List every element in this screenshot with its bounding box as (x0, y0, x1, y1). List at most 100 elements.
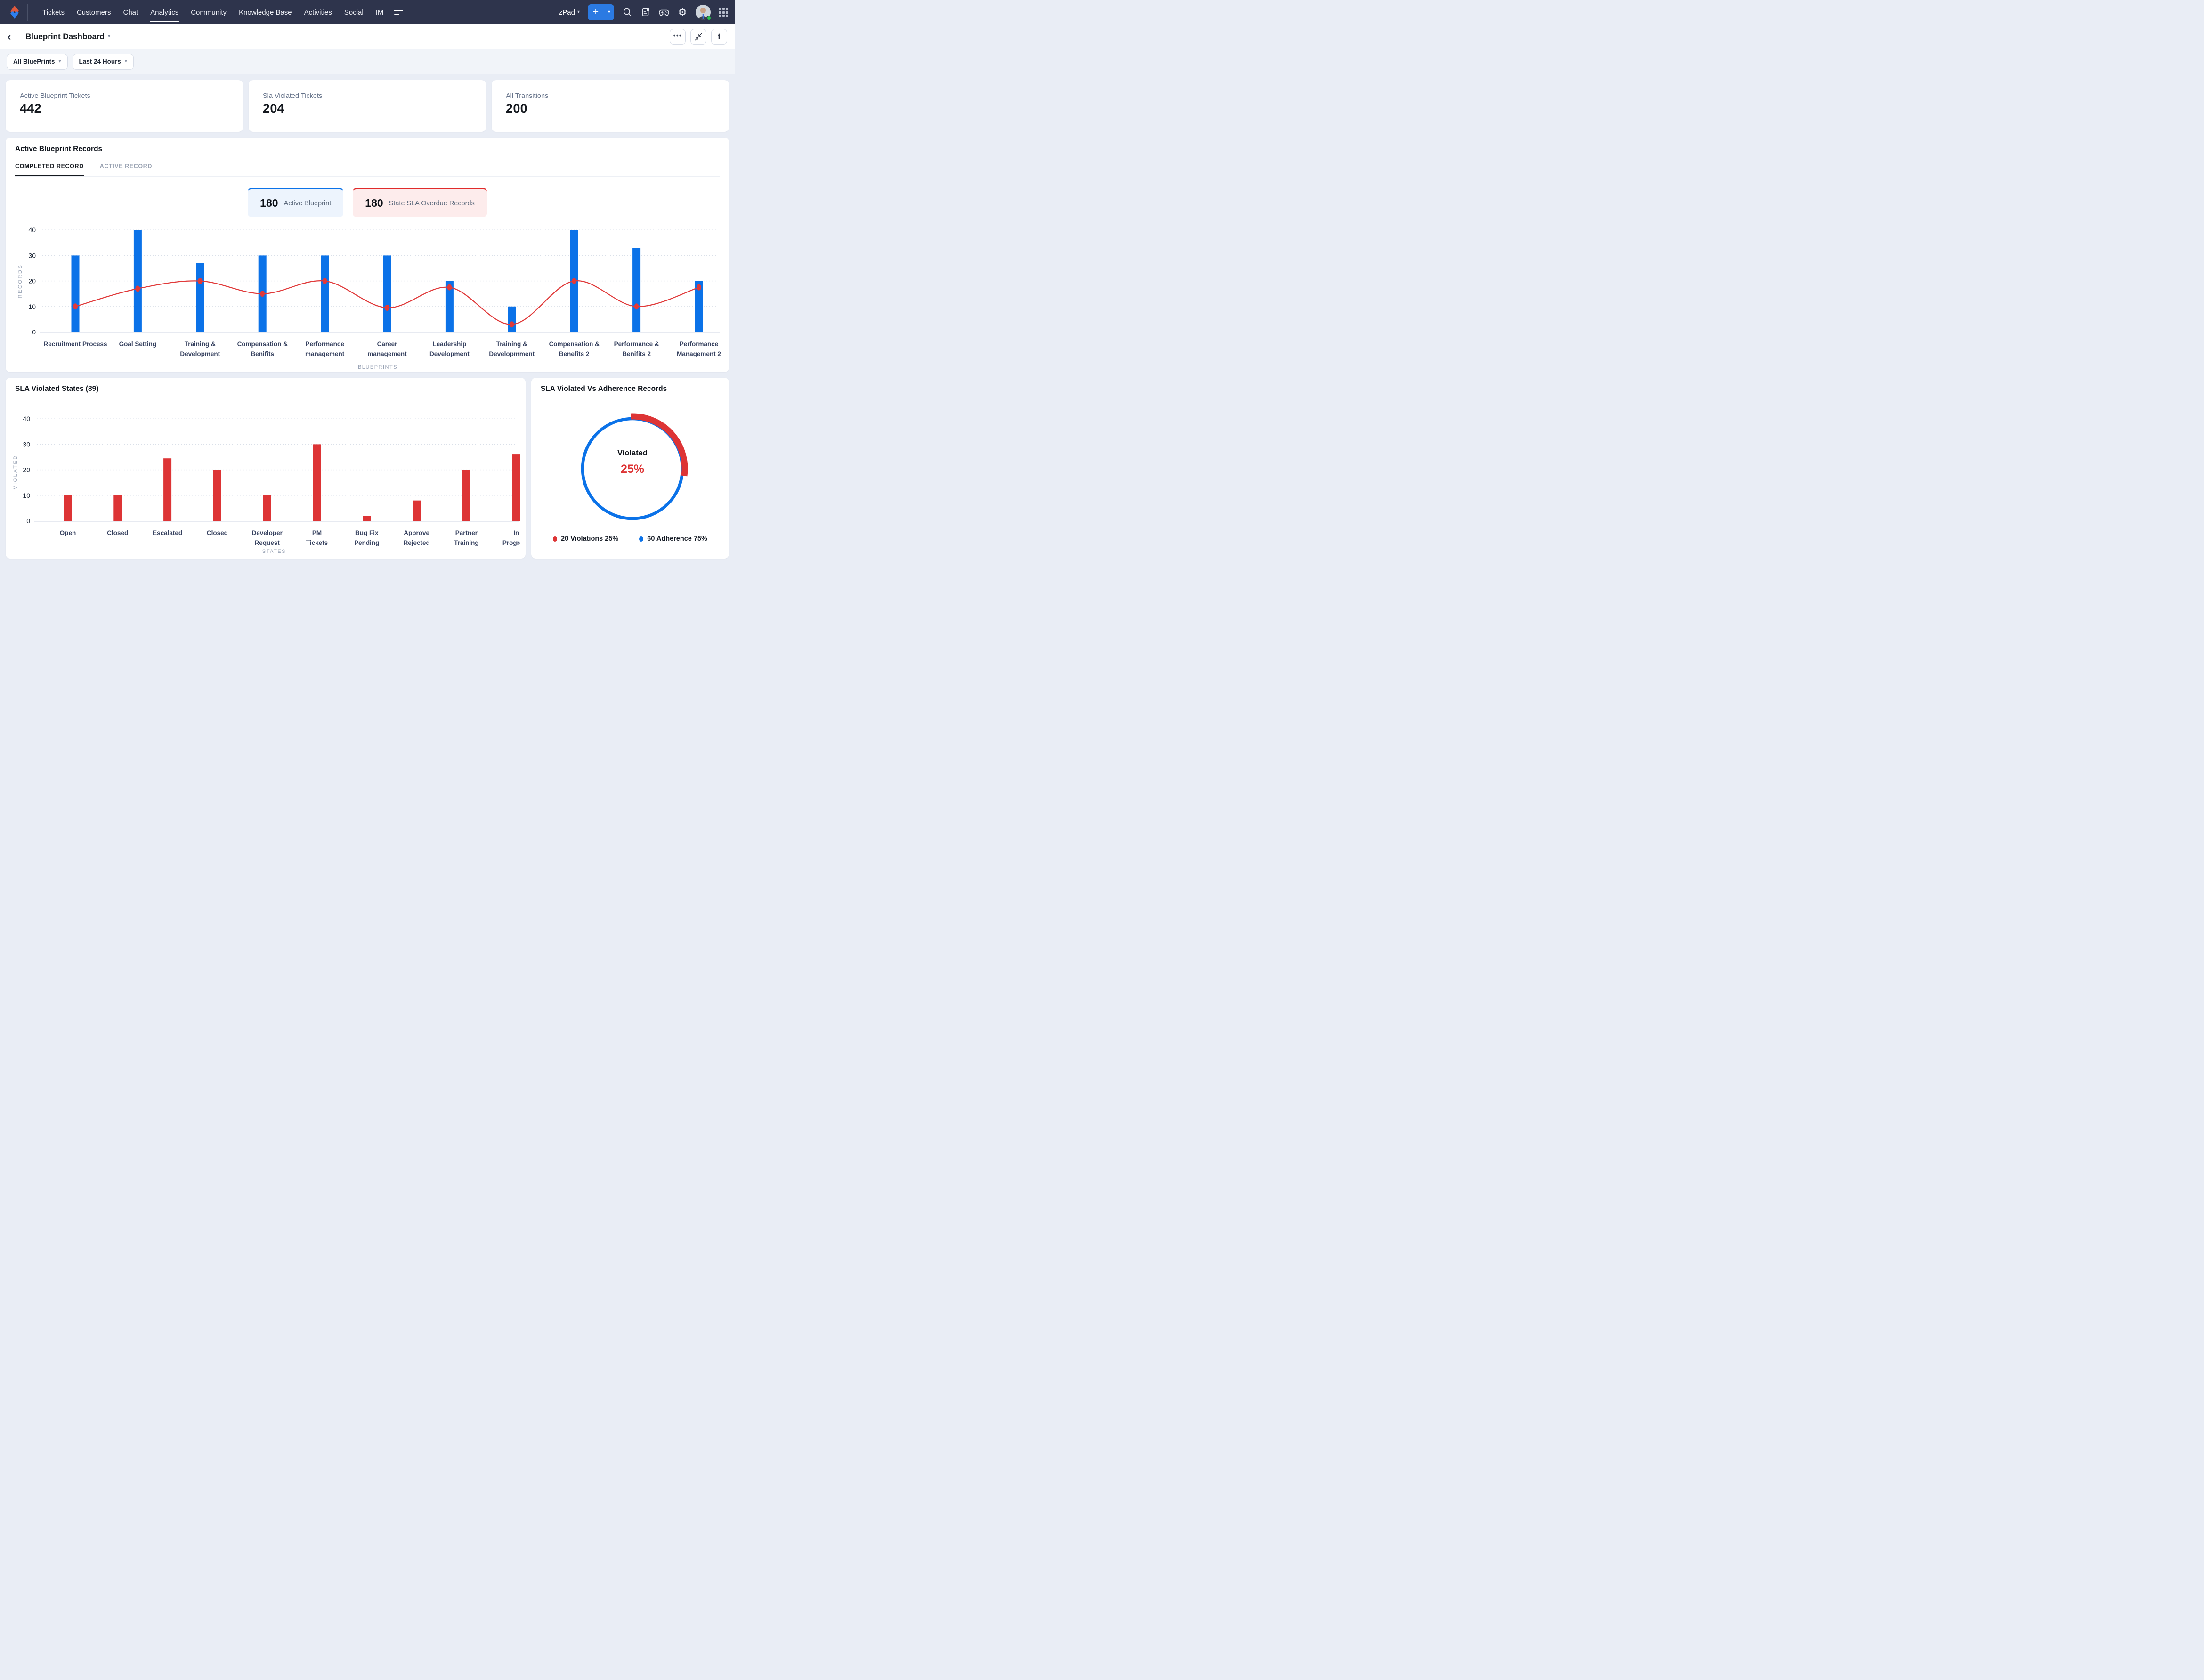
sla-overdue-chip[interactable]: 180 State SLA Overdue Records (353, 188, 487, 217)
svg-text:Development: Development (180, 350, 220, 357)
svg-text:Tickets: Tickets (306, 539, 328, 546)
nav-item-community[interactable]: Community (185, 0, 233, 24)
more-icon: ••• (673, 32, 682, 39)
kpi-sla-violated-tickets[interactable]: Sla Violated Tickets 204 (249, 80, 486, 132)
legend-item-violations[interactable]: 20 Violations 25% (553, 535, 618, 543)
tab-completed-record[interactable]: COMPLETED RECORD (15, 163, 84, 176)
svg-text:Training: Training (454, 539, 479, 546)
gamepad-icon[interactable] (659, 7, 669, 17)
nav-item-im[interactable]: IM (370, 0, 390, 24)
donut-chart (531, 399, 729, 535)
donut-legend: 20 Violations 25% 60 Adherence 75% (531, 535, 729, 543)
header-actions: ••• i (670, 28, 727, 45)
apps-grid-icon[interactable] (719, 8, 728, 17)
svg-text:10: 10 (23, 492, 30, 499)
legend-dot-red (553, 536, 558, 542)
svg-text:0: 0 (32, 328, 36, 336)
svg-text:Management 2: Management 2 (677, 350, 721, 357)
nav-right-cluster: zPad ▾ + ▾ ⚙ (559, 4, 728, 21)
add-dropdown[interactable]: ▾ (604, 4, 614, 20)
svg-text:Career: Career (377, 341, 398, 348)
records-combo-svg: 0 10 20 30 40 Recruitment Process Goal Setting… (17, 226, 721, 370)
kpi-value: 442 (20, 101, 41, 115)
workspace-selector[interactable]: zPad ▾ (559, 8, 580, 16)
svg-text:Open: Open (60, 529, 76, 536)
svg-text:Training &: Training & (185, 341, 216, 348)
app-logo-icon[interactable] (8, 4, 22, 20)
nav-item-activities[interactable]: Activities (298, 0, 338, 24)
menu-lines-icon[interactable] (394, 9, 404, 16)
svg-text:10: 10 (28, 303, 36, 310)
collapse-button[interactable] (690, 28, 706, 45)
donut-svg (581, 413, 688, 520)
legend-label: 20 Violations 25% (561, 535, 619, 543)
nav-item-chat[interactable]: Chat (117, 0, 144, 24)
nav-item-analytics[interactable]: Analytics (144, 0, 185, 24)
search-icon[interactable] (622, 7, 632, 17)
svg-text:Bug Fix: Bug Fix (355, 529, 379, 536)
online-status-dot (706, 16, 712, 21)
dashboard-content: Active Blueprint Tickets 442 Sla Violate… (0, 74, 735, 564)
chip-value: 180 (260, 197, 278, 209)
title-chevron-down-icon[interactable]: ▾ (108, 34, 110, 39)
nav-item-customers[interactable]: Customers (71, 0, 117, 24)
blueprints-filter-dropdown[interactable]: All BluePrints ▾ (7, 53, 68, 70)
chip-label: State SLA Overdue Records (389, 199, 475, 207)
active-blueprint-records-panel: Active Blueprint Records COMPLETED RECOR… (6, 138, 729, 372)
svg-text:Benifits: Benifits (251, 350, 274, 357)
feed-icon[interactable] (640, 7, 651, 17)
nav-item-social[interactable]: Social (338, 0, 370, 24)
nav-divider (27, 4, 28, 21)
tab-active-record[interactable]: ACTIVE RECORD (100, 163, 152, 176)
svg-text:BLUEPRINTS: BLUEPRINTS (358, 365, 397, 370)
svg-text:Closed: Closed (107, 529, 128, 536)
user-avatar[interactable] (696, 5, 712, 21)
nav-menu: Tickets Customers Chat Analytics Communi… (36, 0, 404, 24)
svg-text:In: In (513, 529, 519, 536)
gear-icon[interactable]: ⚙ (677, 7, 688, 17)
kpi-label: All Transitions (506, 92, 549, 100)
add-icon[interactable]: + (588, 4, 604, 20)
svg-text:Closed: Closed (207, 529, 228, 536)
sla-violated-vs-adherence-panel: SLA Violated Vs Adherence Records Violat… (531, 378, 729, 559)
svg-text:Approve: Approve (404, 529, 429, 536)
svg-text:Development: Development (429, 350, 470, 357)
nav-item-knowledge-base[interactable]: Knowledge Base (233, 0, 298, 24)
kpi-label: Sla Violated Tickets (263, 92, 323, 100)
records-combo-chart: 0 10 20 30 40 Recruitment Process Goal Setting… (15, 220, 721, 372)
svg-text:Performance: Performance (680, 341, 719, 348)
svg-text:Progress: Progress (502, 539, 520, 546)
kpi-all-transitions[interactable]: All Transitions 200 (492, 80, 729, 132)
summary-chips: 180 Active Blueprint 180 State SLA Overd… (15, 188, 720, 217)
svg-text:Performance: Performance (305, 341, 344, 348)
svg-text:Developer: Developer (252, 529, 283, 536)
add-split-button[interactable]: + ▾ (588, 4, 614, 20)
record-tabs: COMPLETED RECORD ACTIVE RECORD (15, 163, 720, 177)
chevron-down-icon: ▾ (124, 58, 127, 64)
more-options-button[interactable]: ••• (670, 28, 686, 45)
svg-text:Pending: Pending (354, 539, 379, 546)
svg-text:Escalated: Escalated (153, 529, 182, 536)
info-button[interactable]: i (711, 28, 727, 45)
svg-text:RECORDS: RECORDS (17, 264, 23, 299)
svg-text:Partner: Partner (455, 529, 478, 536)
panel-title: SLA Violated States (89) (15, 385, 99, 393)
workspace-label: zPad (559, 8, 575, 16)
legend-item-adherence[interactable]: 60 Adherence 75% (639, 535, 707, 543)
blueprints-filter-label: All BluePrints (13, 58, 55, 65)
nav-item-tickets[interactable]: Tickets (36, 0, 71, 24)
legend-label: 60 Adherence 75% (647, 535, 707, 543)
donut-chart-area: Violated 25% (531, 399, 729, 532)
chevron-down-icon: ▾ (608, 9, 611, 15)
chevron-down-icon: ▾ (577, 9, 580, 15)
collapse-icon (695, 33, 702, 40)
panel-title: SLA Violated Vs Adherence Records (541, 385, 667, 393)
sla-states-svg: 0 10 20 30 40 Open Closed Escalated Closed Develo… (13, 415, 526, 554)
back-icon[interactable]: ‹ (8, 31, 21, 42)
time-range-dropdown[interactable]: Last 24 Hours ▾ (72, 53, 134, 70)
kpi-row: Active Blueprint Tickets 442 Sla Violate… (6, 80, 729, 132)
sla-states-bar-chart: 0 10 20 30 40 Open Closed Escalated Closed Develo… (6, 399, 526, 557)
svg-text:30: 30 (23, 440, 30, 448)
active-blueprint-chip[interactable]: 180 Active Blueprint (248, 188, 344, 217)
kpi-active-blueprint-tickets[interactable]: Active Blueprint Tickets 442 (6, 80, 243, 132)
